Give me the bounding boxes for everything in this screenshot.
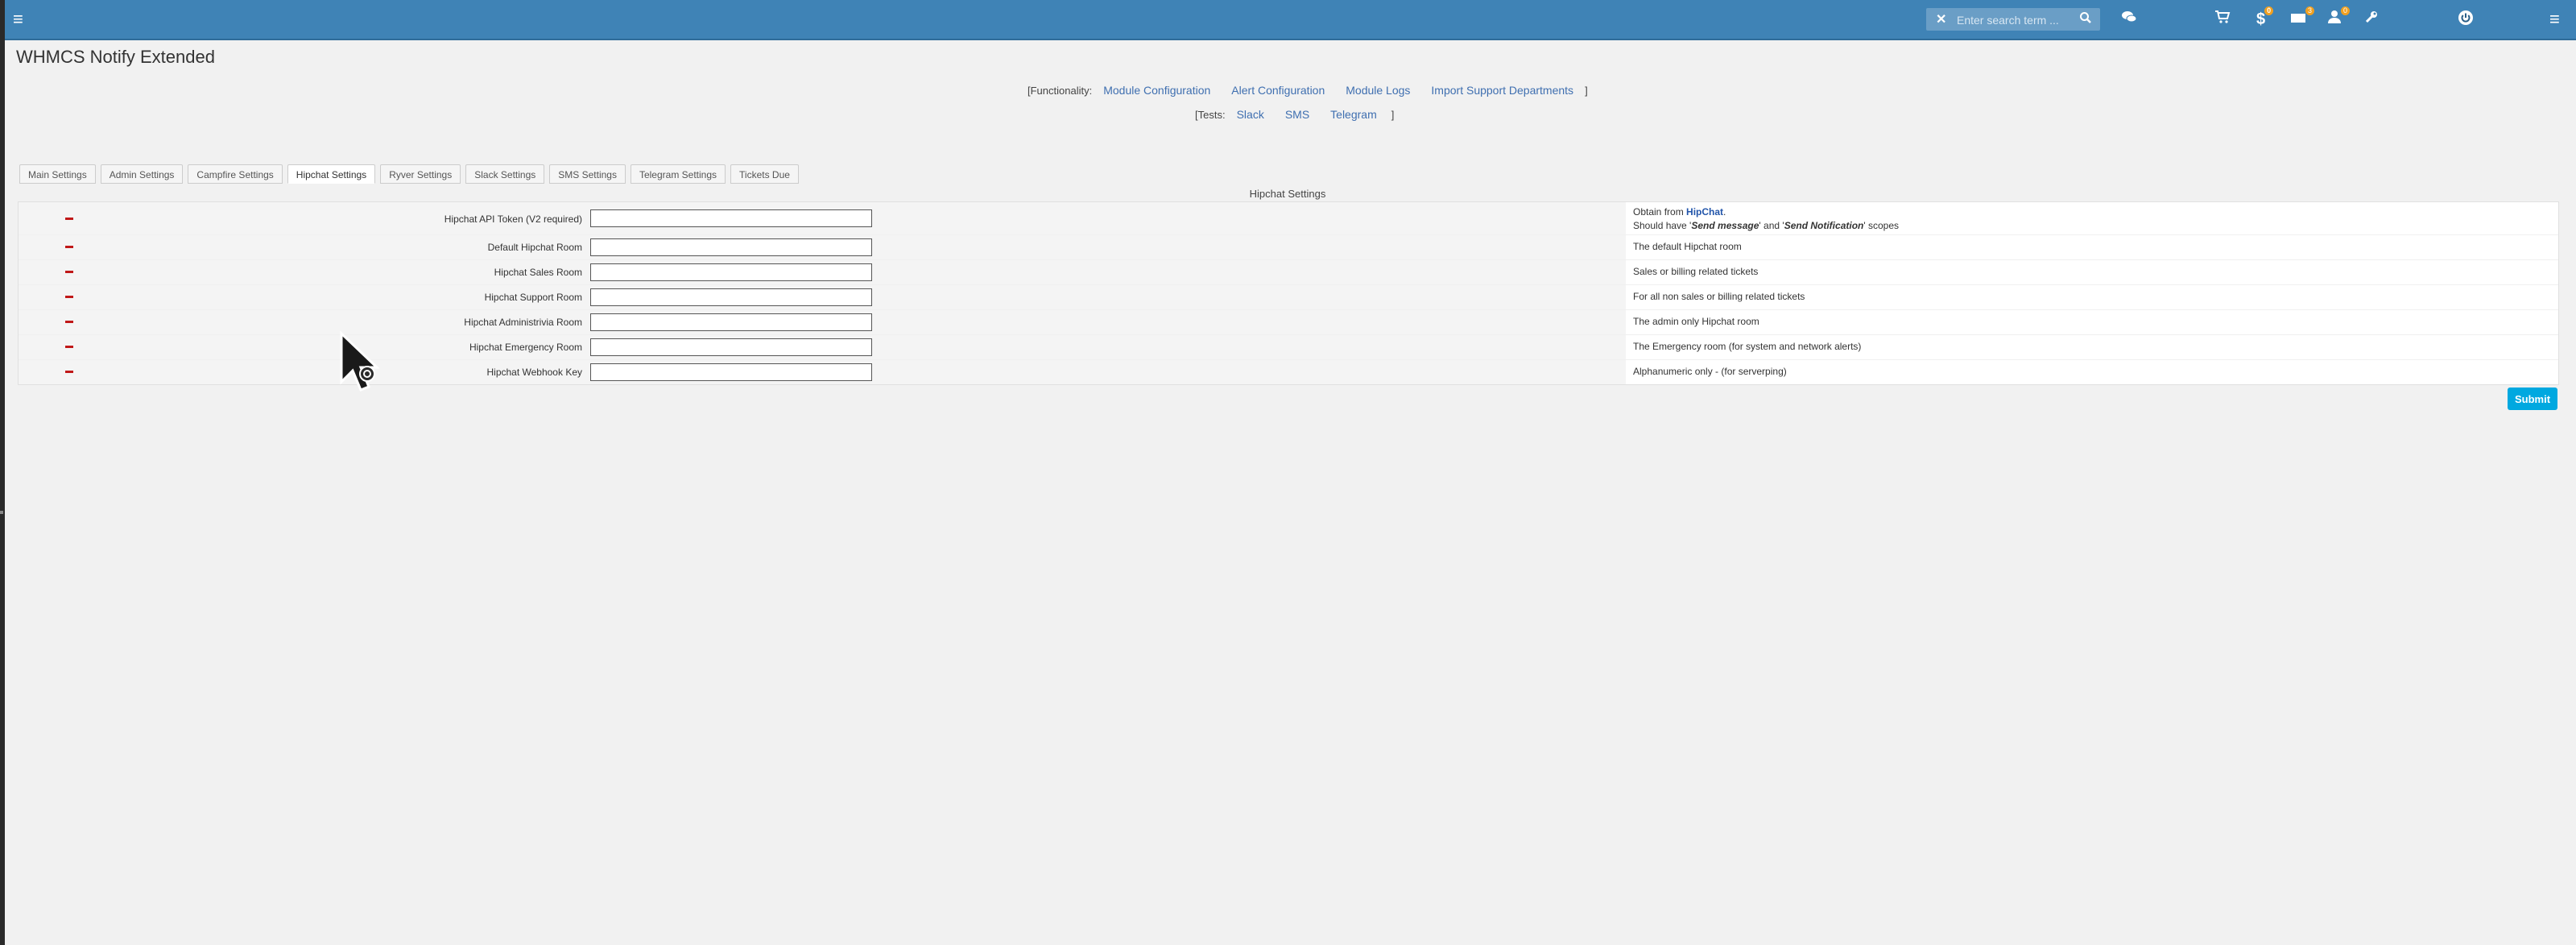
setting-row-api-token: Hipchat API Token (V2 required) Obtain f…: [19, 202, 2558, 235]
test-telegram-link[interactable]: Telegram: [1330, 108, 1377, 121]
setting-description: Obtain from HipChat. Should have 'Send m…: [1633, 205, 1899, 233]
tab-admin-settings[interactable]: Admin Settings: [100, 164, 184, 184]
tab-ryver-settings[interactable]: Ryver Settings: [380, 164, 461, 184]
setting-row-sales-room: Hipchat Sales Room Sales or billing rela…: [19, 260, 2558, 285]
desc-text: ' scopes: [1863, 220, 1900, 231]
functionality-suffix: ]: [1585, 84, 1588, 97]
required-marker: [65, 246, 73, 248]
tab-sms-settings[interactable]: SMS Settings: [549, 164, 626, 184]
setting-label: Hipchat Administrivia Room: [464, 317, 582, 328]
tab-hipchat-settings[interactable]: Hipchat Settings: [287, 164, 376, 184]
setting-row-emergency-room: Hipchat Emergency Room The Emergency roo…: [19, 335, 2558, 360]
desc-text: .: [1723, 206, 1726, 218]
required-marker: [65, 346, 73, 348]
setting-description: The admin only Hipchat room: [1633, 316, 1759, 327]
hipchat-support-room-input[interactable]: [590, 288, 872, 306]
setting-row-administrivia-room: Hipchat Administrivia Room The admin onl…: [19, 310, 2558, 335]
functionality-prefix: [Functionality:: [1028, 84, 1093, 97]
setting-label: Hipchat Emergency Room: [469, 342, 582, 353]
close-icon[interactable]: ✕: [1936, 11, 1946, 27]
test-slack-link[interactable]: Slack: [1237, 108, 1264, 121]
setting-description: Alphanumeric only - (for serverping): [1633, 366, 1787, 377]
tab-tickets-due[interactable]: Tickets Due: [730, 164, 799, 184]
desc-text: Obtain from: [1633, 206, 1687, 218]
desc-text: ' and ': [1759, 220, 1784, 231]
setting-row-webhook-key: Hipchat Webhook Key Alphanumeric only - …: [19, 360, 2558, 384]
functionality-links: [Functionality: Module Configuration Ale…: [1028, 84, 1588, 97]
chat-icon[interactable]: [2121, 10, 2137, 29]
required-marker: [65, 218, 73, 220]
tests-suffix: ]: [1391, 108, 1395, 121]
scope-name: Send message: [1691, 220, 1759, 231]
setting-description: For all non sales or billing related tic…: [1633, 291, 1805, 302]
user-icon[interactable]: 0: [2327, 6, 2350, 29]
search-icon[interactable]: [2079, 11, 2092, 28]
setting-label: Hipchat Sales Room: [494, 267, 582, 278]
section-title: Hipchat Settings: [1249, 188, 1326, 200]
tab-telegram-settings[interactable]: Telegram Settings: [630, 164, 726, 184]
required-marker: [65, 371, 73, 373]
search-box: ✕: [1926, 8, 2100, 31]
setting-label: Hipchat Support Room: [484, 292, 582, 303]
menu-icon[interactable]: ≡: [2549, 10, 2560, 29]
tickets-badge: 3: [2305, 6, 2314, 15]
setting-description: The Emergency room (for system and netwo…: [1633, 341, 1862, 352]
tab-main-settings[interactable]: Main Settings: [19, 164, 96, 184]
tests-links: [Tests: Slack SMS Telegram ]: [1195, 108, 1394, 121]
setting-row-support-room: Hipchat Support Room For all non sales o…: [19, 285, 2558, 310]
setting-label: Hipchat Webhook Key: [486, 367, 582, 378]
scope-name: Send Notification: [1784, 220, 1864, 231]
menu-icon[interactable]: ≡: [13, 10, 23, 29]
top-navbar: ≡ ✕ $0 3 0 ≡: [5, 0, 2576, 40]
power-icon[interactable]: [2458, 10, 2474, 31]
hipchat-emergency-room-input[interactable]: [590, 338, 872, 356]
users-badge: 0: [2340, 6, 2350, 15]
wrench-icon[interactable]: [2364, 10, 2379, 29]
hipchat-webhook-key-input[interactable]: [590, 363, 872, 381]
tab-slack-settings[interactable]: Slack Settings: [465, 164, 545, 184]
cart-icon[interactable]: [2214, 10, 2231, 29]
setting-description: Sales or billing related tickets: [1633, 266, 1759, 277]
settings-tabs: Main Settings Admin Settings Campfire Se…: [19, 164, 804, 184]
settings-table: Hipchat API Token (V2 required) Obtain f…: [18, 201, 2559, 385]
setting-label: Default Hipchat Room: [487, 242, 582, 253]
hipchat-administrivia-room-input[interactable]: [590, 313, 872, 331]
submit-button[interactable]: Submit: [2508, 388, 2557, 410]
tests-prefix: [Tests:: [1195, 108, 1226, 121]
edge-mark: [0, 511, 3, 514]
required-marker: [65, 321, 73, 323]
required-marker: [65, 271, 73, 273]
module-logs-link[interactable]: Module Logs: [1346, 84, 1410, 97]
setting-row-default-room: Default Hipchat Room The default Hipchat…: [19, 235, 2558, 260]
ticket-icon[interactable]: 3: [2290, 6, 2314, 29]
desc-text: Should have ': [1633, 220, 1692, 231]
page-title: WHMCS Notify Extended: [16, 47, 215, 67]
search-input[interactable]: [1955, 10, 2071, 30]
billing-badge: 0: [2264, 6, 2274, 15]
dollar-icon[interactable]: $0: [2256, 6, 2274, 29]
module-configuration-link[interactable]: Module Configuration: [1103, 84, 1210, 97]
hipchat-api-token-input[interactable]: [590, 209, 872, 227]
required-marker: [65, 296, 73, 298]
hipchat-link[interactable]: HipChat: [1686, 206, 1723, 218]
import-support-departments-link[interactable]: Import Support Departments: [1431, 84, 1573, 97]
setting-label: Hipchat API Token (V2 required): [444, 213, 582, 225]
hipchat-sales-room-input[interactable]: [590, 263, 872, 281]
mouse-cursor-icon: [340, 330, 380, 392]
tab-campfire-settings[interactable]: Campfire Settings: [188, 164, 283, 184]
default-hipchat-room-input[interactable]: [590, 238, 872, 256]
left-edge-strip: [0, 0, 5, 945]
test-sms-link[interactable]: SMS: [1285, 108, 1309, 121]
alert-configuration-link[interactable]: Alert Configuration: [1231, 84, 1325, 97]
setting-description: The default Hipchat room: [1633, 241, 1742, 252]
